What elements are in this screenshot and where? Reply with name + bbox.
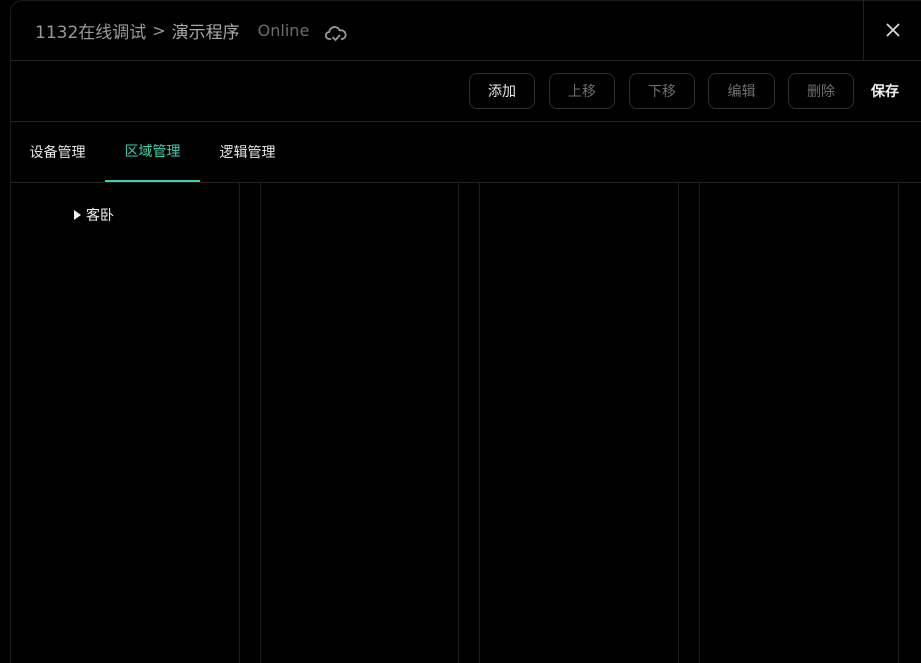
tab-logic-management[interactable]: 逻辑管理 [200, 122, 295, 182]
tab-bar: 设备管理 区域管理 逻辑管理 [10, 122, 921, 183]
tree-node-guest-bedroom[interactable]: 客卧 [74, 205, 114, 225]
tab-device-management[interactable]: 设备管理 [10, 122, 105, 182]
tree-node-label: 客卧 [86, 208, 114, 224]
breadcrumb: 1132在线调试 > 演示程序 Online [35, 18, 347, 43]
edit-button[interactable]: 编辑 [708, 73, 775, 109]
area-tree-panel: 客卧 [10, 183, 240, 663]
app-window: 1132在线调试 > 演示程序 Online 添加 上移 下移 编辑 删除 保存… [0, 0, 921, 663]
area-column [479, 183, 679, 663]
delete-button[interactable]: 删除 [788, 73, 854, 109]
save-button[interactable]: 保存 [871, 73, 899, 109]
close-button[interactable] [863, 0, 921, 60]
breadcrumb-current: 演示程序 [171, 23, 240, 43]
breadcrumb-root[interactable]: 1132在线调试 [35, 18, 146, 43]
title-bar: 1132在线调试 > 演示程序 Online [10, 0, 921, 61]
close-icon [886, 23, 899, 37]
expand-caret-icon[interactable] [74, 210, 81, 220]
connection-status: Online [257, 21, 310, 40]
area-column [699, 183, 899, 663]
breadcrumb-separator: > [152, 21, 166, 40]
tab-area-management[interactable]: 区域管理 [105, 122, 200, 182]
move-up-button[interactable]: 上移 [549, 73, 615, 109]
content-area: 客卧 [10, 183, 921, 663]
toolbar: 添加 上移 下移 编辑 删除 保存 [10, 61, 921, 122]
cloud-sync-icon [325, 24, 347, 42]
move-down-button[interactable]: 下移 [629, 73, 695, 109]
add-button[interactable]: 添加 [469, 73, 535, 109]
area-column [260, 183, 459, 663]
